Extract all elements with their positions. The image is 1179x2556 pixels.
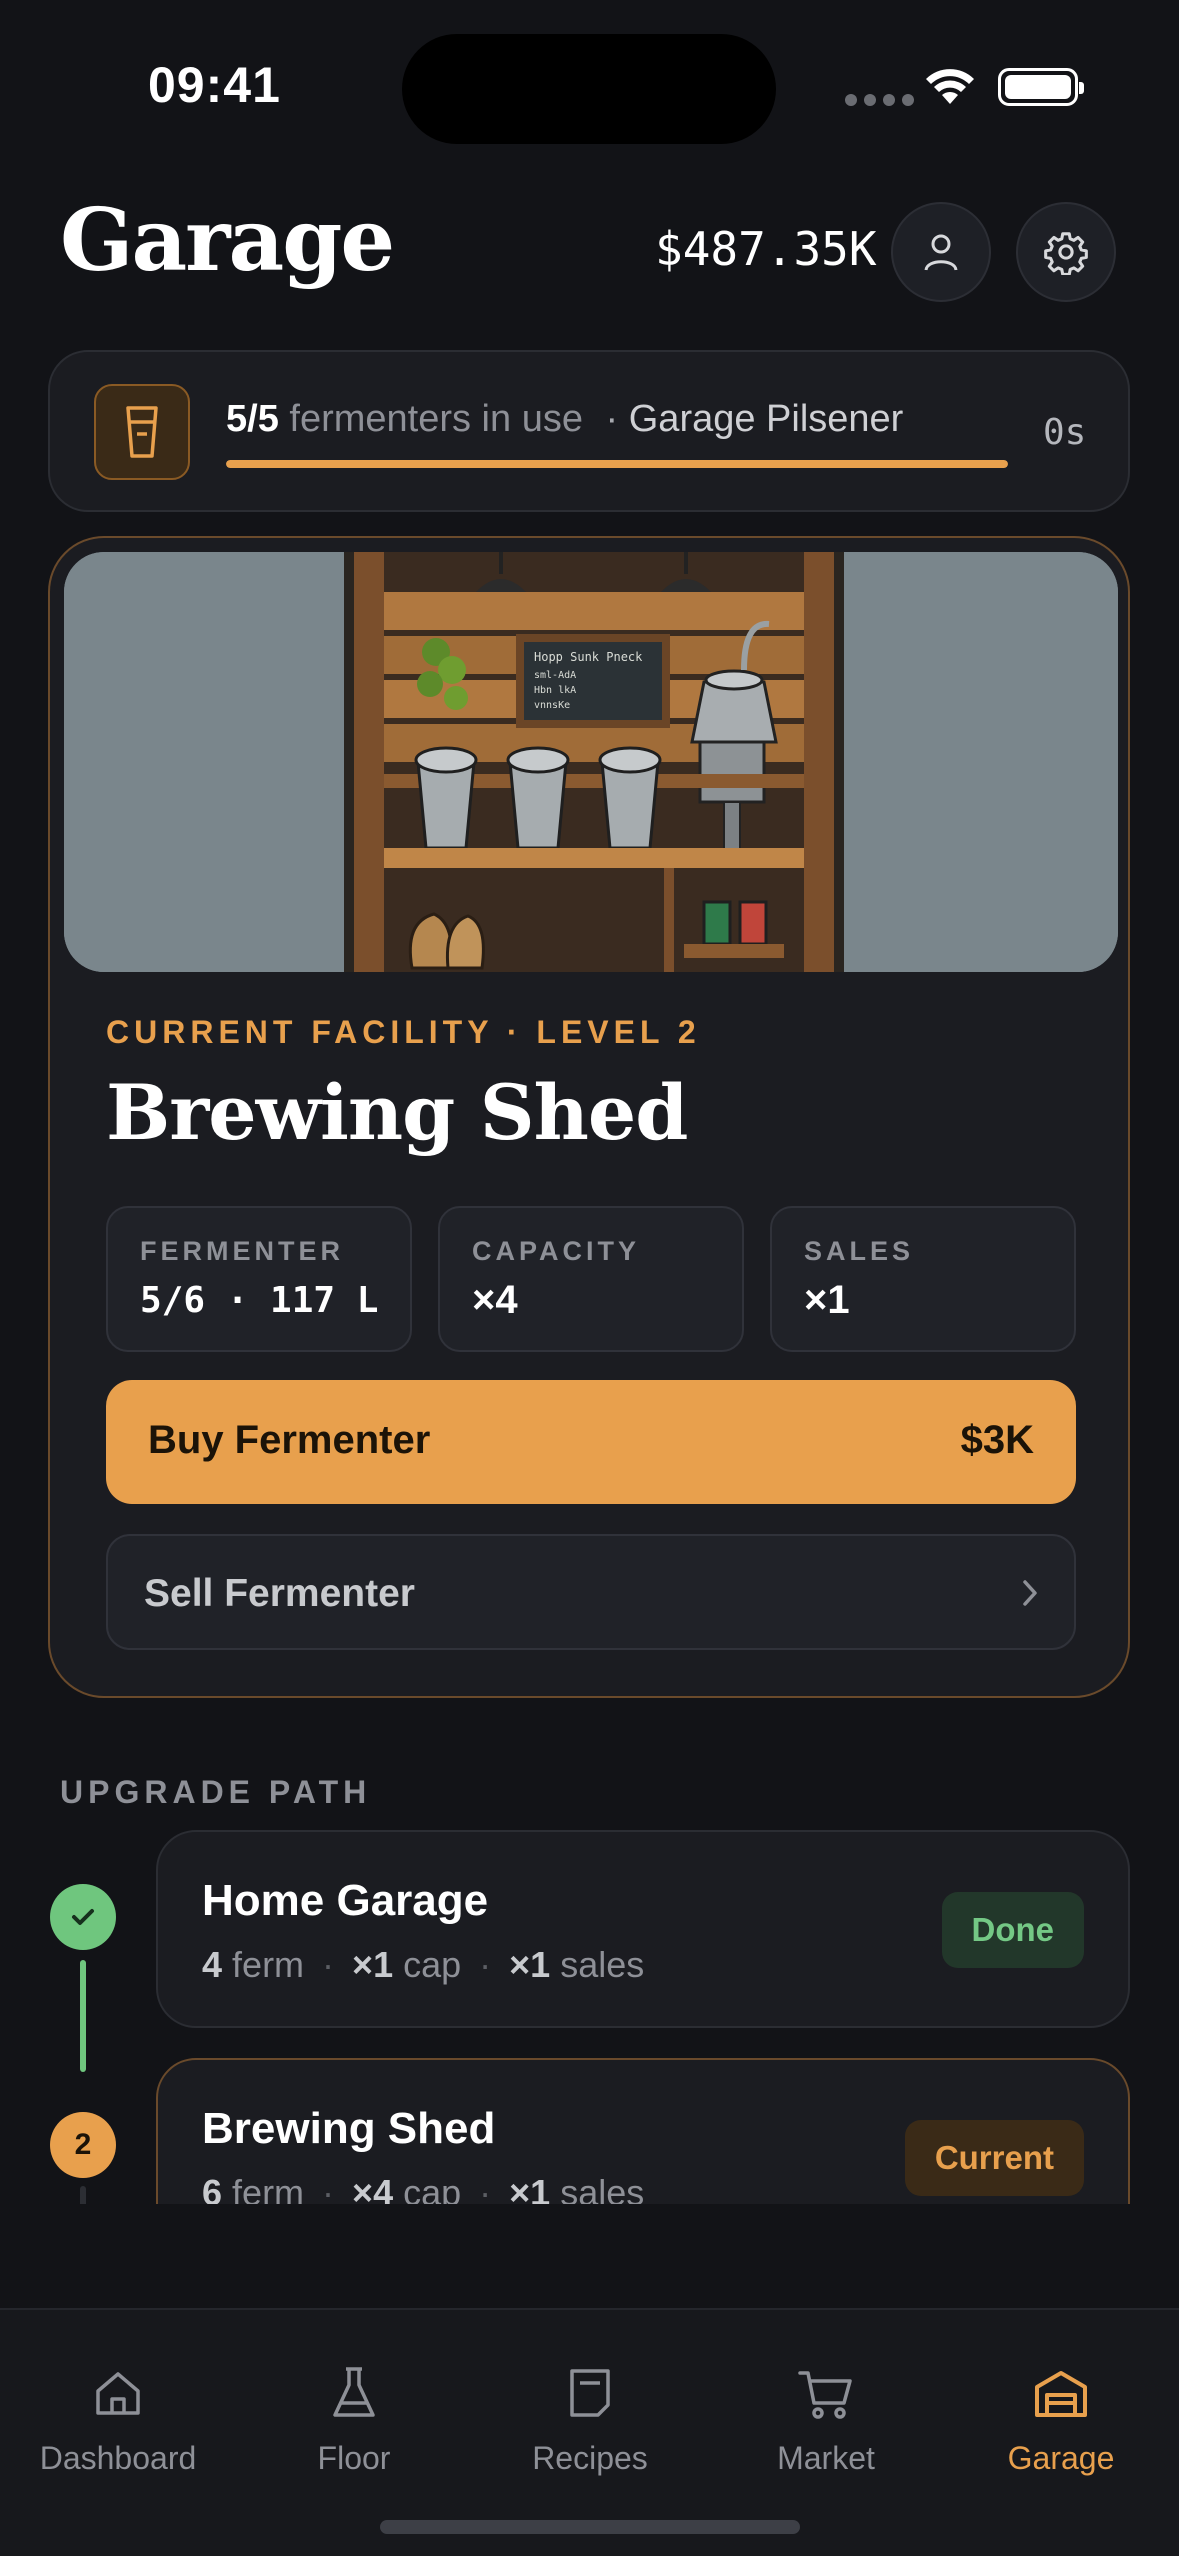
- level-stats: 6 ferm · ×4 cap · ×1 sales: [202, 2172, 644, 2204]
- chalkboard-line-4: vnnsKe: [534, 700, 570, 711]
- separator: ·: [605, 398, 619, 440]
- tab-label: Floor: [317, 2440, 391, 2476]
- fermenter-usage-label: fermenters in use: [289, 398, 583, 440]
- level-sales-unit: sales: [560, 1944, 645, 1985]
- beer-glass-icon: [94, 384, 190, 480]
- cellular-signal-icon: [845, 94, 914, 106]
- stat-label: CAPACITY: [472, 1236, 641, 1266]
- fermenter-status-card[interactable]: 5/5 fermenters in use · Garage Pilsener …: [48, 350, 1130, 512]
- garage-icon: [1035, 2371, 1087, 2417]
- stat-sales: SALES ×1: [770, 1206, 1076, 1352]
- stat-capacity: CAPACITY ×4: [438, 1206, 744, 1352]
- level-ferm-unit: ferm: [232, 2172, 305, 2204]
- tab-market[interactable]: Market: [708, 2358, 944, 2498]
- gear-icon: [1044, 232, 1088, 275]
- status-time: 09:41: [148, 57, 281, 113]
- chalkboard-line-1: Hopp Sunk Pneck: [534, 650, 643, 664]
- separator: ·: [322, 1944, 335, 1985]
- upgrade-path-list: 2 Home Garage 4 ferm · ×1 cap · ×1 sales Don…: [0, 1820, 1179, 2204]
- level-name: Home Garage: [202, 1876, 489, 1925]
- cart-icon: [798, 2371, 852, 2419]
- stat-value: ×1: [804, 1278, 850, 1322]
- level-ferm-value: 6: [202, 2172, 223, 2204]
- level-name: Brewing Shed: [202, 2104, 496, 2153]
- step-connector: [80, 2186, 86, 2204]
- tab-dashboard[interactable]: Dashboard: [0, 2358, 236, 2498]
- sell-fermenter-label: Sell Fermenter: [144, 1572, 415, 1615]
- tab-garage[interactable]: Garage: [943, 2358, 1179, 2498]
- tab-recipes[interactable]: Recipes: [472, 2358, 708, 2498]
- tab-bar: Dashboard Floor Recipes Market Garage: [0, 2308, 1179, 2556]
- status-bar: 09:41: [0, 0, 1179, 180]
- fermenter-progress-fill: [226, 460, 1008, 468]
- level-cap-unit: cap: [403, 2172, 462, 2204]
- level-ferm-value: 4: [202, 1944, 223, 1985]
- profile-button[interactable]: [891, 202, 991, 302]
- level-ferm-unit: ferm: [232, 1944, 305, 1985]
- level-stats: 4 ferm · ×1 cap · ×1 sales: [202, 1944, 644, 1986]
- page-title: Garage: [60, 190, 395, 291]
- level-card-brewing-shed[interactable]: Brewing Shed 6 ferm · ×4 cap · ×1 sales Curr…: [156, 2058, 1130, 2204]
- upgrade-path-heading: UPGRADE PATH: [60, 1774, 372, 1810]
- buy-fermenter-label: Buy Fermenter: [148, 1418, 431, 1462]
- tab-floor[interactable]: Floor: [236, 2358, 472, 2498]
- wifi-icon: [926, 69, 974, 104]
- facility-card: Hopp Sunk Pneck sml-AdA Hbn lkA vnnsKe C…: [48, 536, 1130, 1698]
- fermenter-count: 5/5: [226, 398, 279, 440]
- stat-fermenter: FERMENTER 5/6 · 117 L: [106, 1206, 412, 1352]
- battery-icon: [998, 68, 1084, 106]
- stat-value: ×4: [472, 1278, 518, 1322]
- settings-button[interactable]: [1016, 202, 1116, 302]
- tab-label: Garage: [1007, 2440, 1115, 2476]
- buy-fermenter-price: $3K: [960, 1418, 1034, 1462]
- stat-label: SALES: [804, 1236, 915, 1266]
- level-cap-value: ×1: [352, 1944, 394, 1985]
- level-cap-unit: cap: [403, 1944, 462, 1985]
- level-cap-value: ×4: [352, 2172, 394, 2204]
- stat-label: FERMENTER: [140, 1236, 344, 1266]
- stat-value: 5/6 · 117 L: [140, 1280, 379, 1321]
- level-card-home-garage[interactable]: Home Garage 4 ferm · ×1 cap · ×1 sales Done: [156, 1830, 1130, 2028]
- tab-label: Dashboard: [39, 2440, 197, 2476]
- fermenter-usage-text: 5/5 fermenters in use · Garage Pilsener: [226, 398, 903, 441]
- step-connector: [80, 1960, 86, 2072]
- current-beer: Garage Pilsener: [628, 398, 904, 440]
- home-icon: [96, 2372, 140, 2415]
- facility-name: Brewing Shed: [106, 1068, 688, 1157]
- separator: ·: [322, 2172, 335, 2204]
- facility-illustration: Hopp Sunk Pneck sml-AdA Hbn lkA vnnsKe: [64, 552, 1118, 972]
- person-icon: [924, 234, 958, 271]
- level-sales-unit: sales: [560, 2172, 645, 2204]
- status-badge: Done: [941, 1892, 1084, 1968]
- fermenter-timer: 0s: [1043, 412, 1087, 453]
- status-badge: Current: [904, 2120, 1084, 2196]
- flask-icon: [333, 2367, 375, 2417]
- level-sales-value: ×1: [509, 2172, 551, 2204]
- level-sales-value: ×1: [509, 1944, 551, 1985]
- dynamic-island: [402, 34, 776, 144]
- tab-label: Market: [777, 2440, 875, 2476]
- check-icon: [50, 1884, 116, 1950]
- chalkboard-line-2: sml-AdA: [534, 670, 576, 681]
- separator: ·: [479, 1944, 492, 1985]
- sell-fermenter-button[interactable]: Sell Fermenter: [106, 1534, 1076, 1650]
- home-indicator: [380, 2520, 800, 2534]
- separator: ·: [479, 2172, 492, 2204]
- facility-level-label: CURRENT FACILITY · LEVEL 2: [106, 1014, 701, 1050]
- fermenter-progress-bar: [226, 460, 1008, 468]
- chevron-right-icon: [1023, 1580, 1037, 1606]
- tab-label: Recipes: [532, 2440, 648, 2476]
- step-number: 2: [50, 2112, 116, 2178]
- chalkboard-line-3: Hbn lkA: [534, 685, 576, 696]
- balance: $487.35K: [655, 222, 877, 276]
- buy-fermenter-button[interactable]: Buy Fermenter $3K: [106, 1380, 1076, 1504]
- recipe-icon: [570, 2369, 610, 2417]
